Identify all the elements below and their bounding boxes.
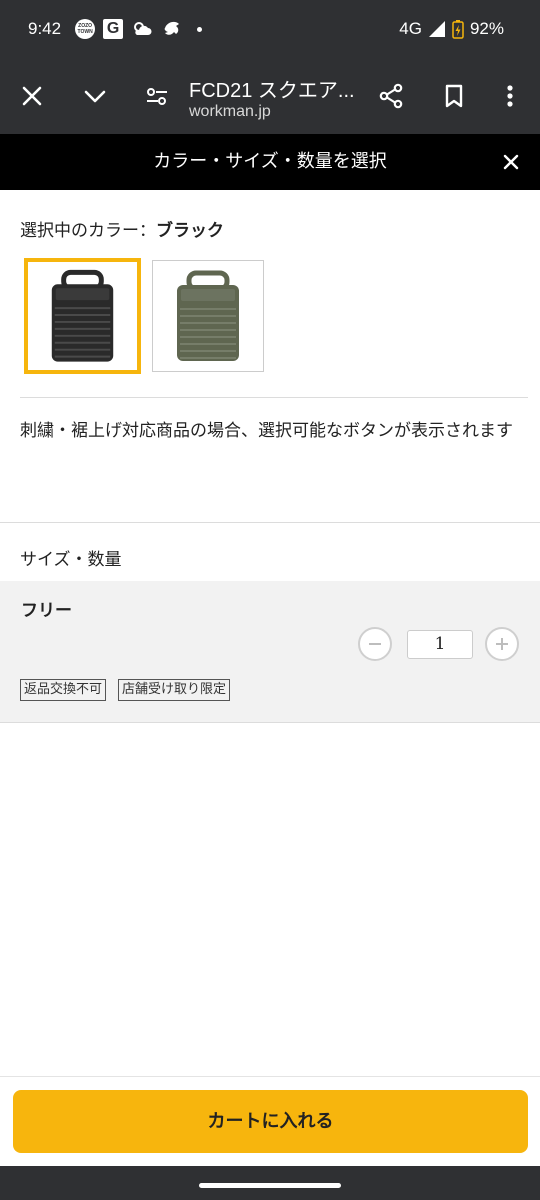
modal-close-button[interactable] <box>496 147 526 177</box>
size-quantity-heading: サイズ・数量 <box>20 550 122 570</box>
app-notification-icon <box>164 21 180 35</box>
product-image-black <box>51 269 114 362</box>
page-url: workman.jp <box>189 103 271 120</box>
close-tab-button[interactable] <box>12 76 52 116</box>
page-title: FCD21 スクエア... <box>189 80 355 102</box>
signal-icon <box>428 21 445 37</box>
size-name: フリー <box>21 601 72 621</box>
product-image-khaki <box>177 270 239 361</box>
network-type: 4G <box>399 19 422 38</box>
modal-title: カラー・サイズ・数量を選択 <box>153 151 387 172</box>
more-notifications-dot <box>197 26 203 32</box>
site-settings-button[interactable] <box>137 76 177 116</box>
more-options-button[interactable] <box>490 76 530 116</box>
modal-header: カラー・サイズ・数量を選択 <box>0 134 540 190</box>
embroidery-notice: 刺繍・裾上げ対応商品の場合、選択可能なボタンが表示されます <box>20 421 513 441</box>
weather-icon <box>134 22 152 35</box>
chevron-down-icon <box>84 90 106 103</box>
share-button[interactable] <box>371 76 411 116</box>
color-label-prefix: 選択中のカラー： <box>20 221 156 241</box>
divider <box>0 722 540 723</box>
zozotown-icon: ZOZO TOWN <box>75 19 96 39</box>
selected-color-name: ブラック <box>156 221 224 241</box>
more-vert-icon <box>507 85 513 107</box>
divider <box>0 522 540 523</box>
status-bar: 9:42 ZOZO TOWN G 4G 92% <box>0 0 540 58</box>
notification-icons: ZOZO TOWN G <box>75 18 203 40</box>
divider <box>20 397 528 398</box>
minus-icon <box>369 643 381 645</box>
cart-footer: カートに入れる <box>0 1076 540 1166</box>
plus-icon <box>496 638 508 650</box>
quantity-decrease-button[interactable] <box>358 627 392 661</box>
store-pickup-only-tag: 店舗受け取り限定 <box>118 679 231 701</box>
bookmark-button[interactable] <box>434 76 474 116</box>
selected-color-label: 選択中のカラー：ブラック <box>20 216 224 241</box>
no-return-tag: 返品交換不可 <box>20 679 107 701</box>
minimize-button[interactable] <box>75 76 115 116</box>
battery-percent: 92% <box>469 19 504 38</box>
browser-toolbar: FCD21 スクエア... workman.jp <box>0 58 540 134</box>
battery-icon <box>452 20 464 39</box>
status-time: 9:42 <box>28 19 62 38</box>
tune-icon <box>147 88 167 105</box>
share-icon <box>379 83 403 109</box>
color-swatch-black[interactable] <box>24 258 141 374</box>
color-swatch-khaki[interactable] <box>152 260 264 372</box>
add-to-cart-button[interactable]: カートに入れる <box>13 1090 528 1153</box>
google-icon: G <box>103 19 124 39</box>
quantity-increase-button[interactable] <box>485 627 519 661</box>
close-icon <box>503 154 519 170</box>
size-row: フリー 1 返品交換不可 店舗受け取り限定 <box>0 581 540 722</box>
system-nav-bar <box>0 1166 540 1200</box>
bookmark-icon <box>445 84 463 108</box>
close-icon <box>22 86 42 106</box>
status-right: 4G 92% <box>399 0 504 58</box>
home-gesture-handle[interactable] <box>199 1183 341 1188</box>
quantity-input[interactable]: 1 <box>407 630 473 659</box>
